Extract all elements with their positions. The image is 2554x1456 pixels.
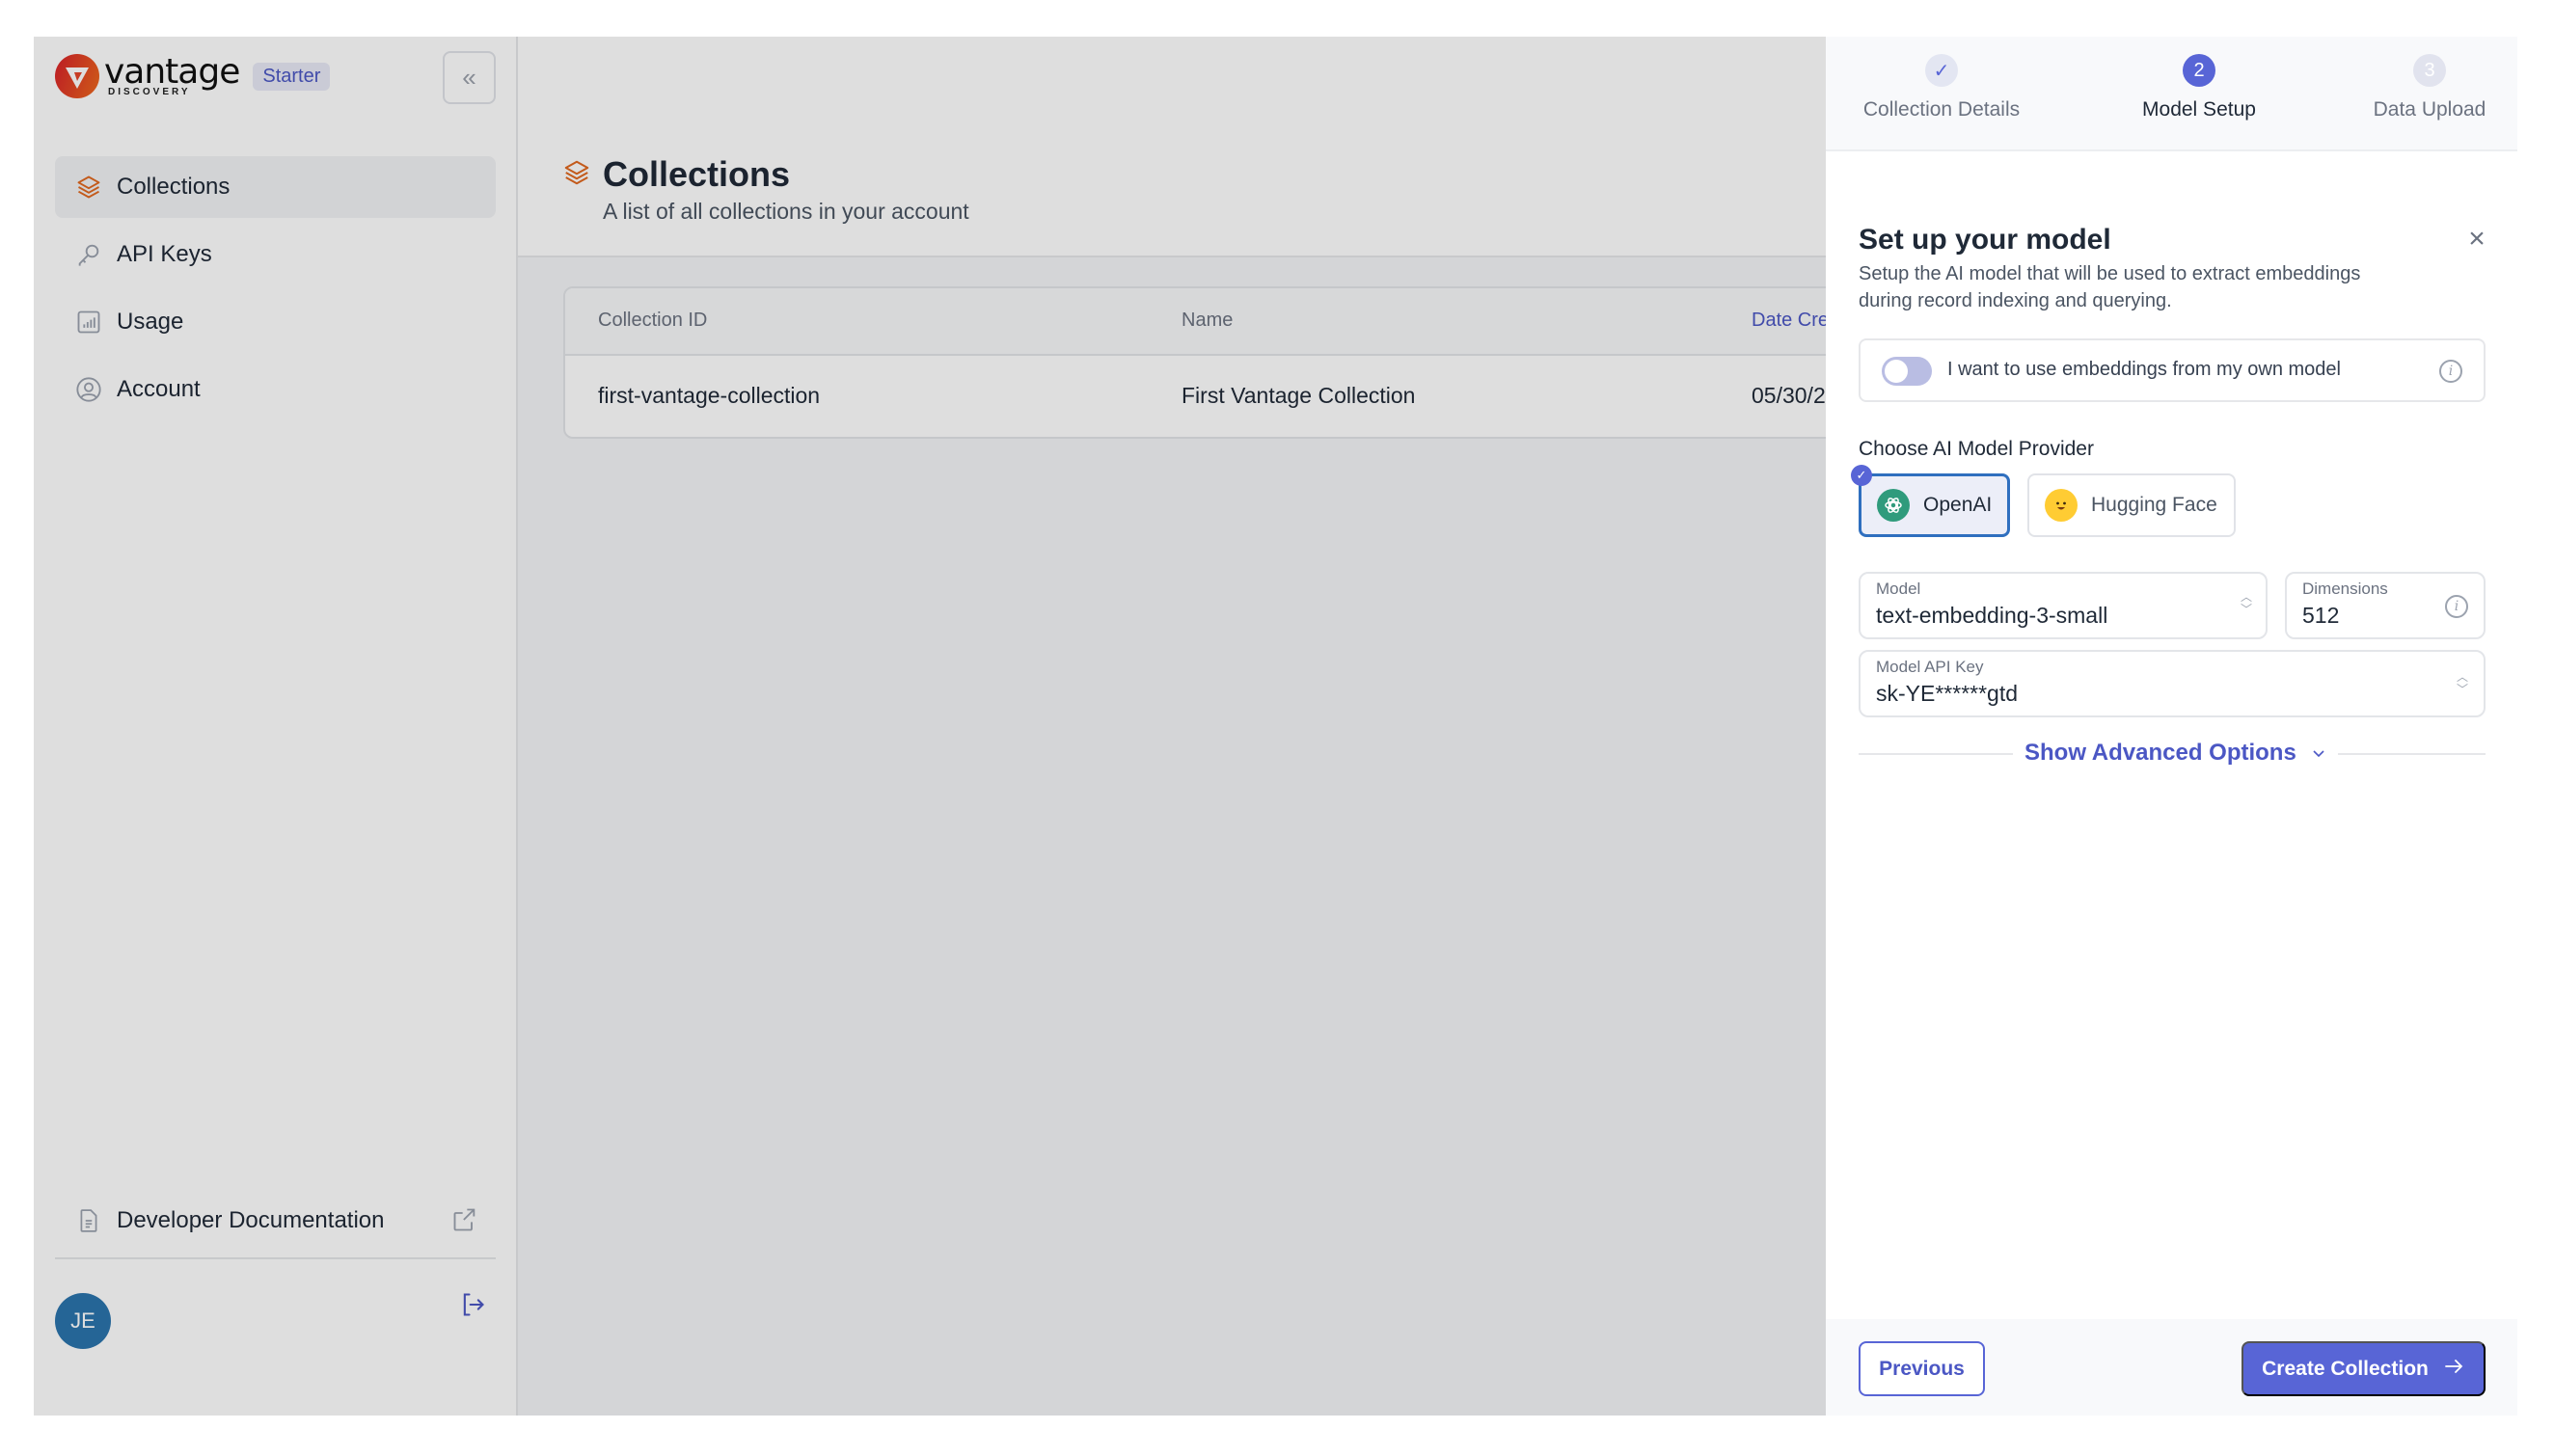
step-label: Data Upload	[2373, 98, 2486, 121]
model-select[interactable]: Model text-embedding-3-small ︿ ﹀	[1859, 572, 2268, 639]
dimensions-value: 512	[2302, 603, 2340, 628]
info-icon[interactable]: i	[2445, 595, 2468, 618]
step-model-setup[interactable]: 2 Model Setup	[2139, 54, 2259, 121]
own-model-option: I want to use embeddings from my own mod…	[1859, 338, 2486, 402]
hugging-face-icon	[2045, 489, 2078, 522]
model-label: Model	[1876, 580, 1921, 598]
previous-button[interactable]: Previous	[1859, 1341, 1985, 1396]
step-data-upload[interactable]: 3 Data Upload	[2373, 54, 2486, 121]
app-window: vantage DISCOVERY Starter « Collections …	[34, 37, 2517, 1416]
step-label: Model Setup	[2142, 98, 2256, 121]
panel-description: Setup the AI model that will be used to …	[1859, 263, 2361, 311]
provider-section-label: Choose AI Model Provider	[1859, 438, 2094, 460]
divider-line	[1859, 753, 2013, 755]
step-number: 2	[2183, 54, 2215, 87]
advanced-options-label: Show Advanced Options	[2024, 740, 2296, 766]
info-icon[interactable]: i	[2439, 360, 2462, 383]
own-model-toggle[interactable]	[1882, 357, 1932, 386]
create-collection-button[interactable]: Create Collection	[2242, 1341, 2486, 1396]
create-collection-label: Create Collection	[2262, 1357, 2429, 1380]
check-icon: ✓	[1925, 54, 1958, 87]
provider-openai[interactable]: OpenAI	[1859, 473, 2010, 537]
panel-footer: Previous Create Collection	[1826, 1319, 2517, 1416]
chevron-up-down-icon: ︿ ﹀	[2456, 670, 2468, 696]
create-collection-panel: ✓ Collection Details 2 Model Setup 3 Dat…	[1826, 37, 2517, 1416]
step-label: Collection Details	[1862, 98, 2021, 121]
dimensions-field[interactable]: Dimensions 512 i	[2285, 572, 2486, 639]
api-key-label: Model API Key	[1876, 658, 1984, 676]
toggle-knob	[1885, 360, 1908, 383]
step-collection-details[interactable]: ✓ Collection Details	[1859, 54, 2024, 121]
divider-line	[2338, 753, 2486, 755]
provider-name: OpenAI	[1923, 494, 1993, 516]
advanced-options-toggle[interactable]: Show Advanced Options	[1859, 740, 2486, 768]
selected-check-icon: ✓	[1851, 465, 1872, 486]
own-model-label: I want to use embeddings from my own mod…	[1947, 359, 2341, 380]
dimensions-label: Dimensions	[2302, 580, 2388, 598]
panel-title: Set up your model	[1859, 224, 2111, 256]
stepper: ✓ Collection Details 2 Model Setup 3 Dat…	[1826, 37, 2517, 151]
chevron-down-icon	[2309, 743, 2328, 768]
arrow-right-icon	[2442, 1355, 2465, 1384]
provider-hugging-face[interactable]: Hugging Face	[2027, 473, 2236, 537]
chevron-up-down-icon: ︿ ﹀	[2240, 590, 2252, 616]
modal-backdrop[interactable]	[34, 37, 1860, 1416]
openai-icon	[1877, 489, 1910, 522]
api-key-value: sk-YE******gtd	[1876, 681, 2019, 706]
model-value: text-embedding-3-small	[1876, 603, 2108, 628]
step-number: 3	[2413, 54, 2446, 87]
model-api-key-select[interactable]: Model API Key sk-YE******gtd ︿ ﹀	[1859, 650, 2486, 717]
close-icon[interactable]: ×	[2464, 225, 2489, 254]
provider-name: Hugging Face	[2091, 494, 2217, 516]
